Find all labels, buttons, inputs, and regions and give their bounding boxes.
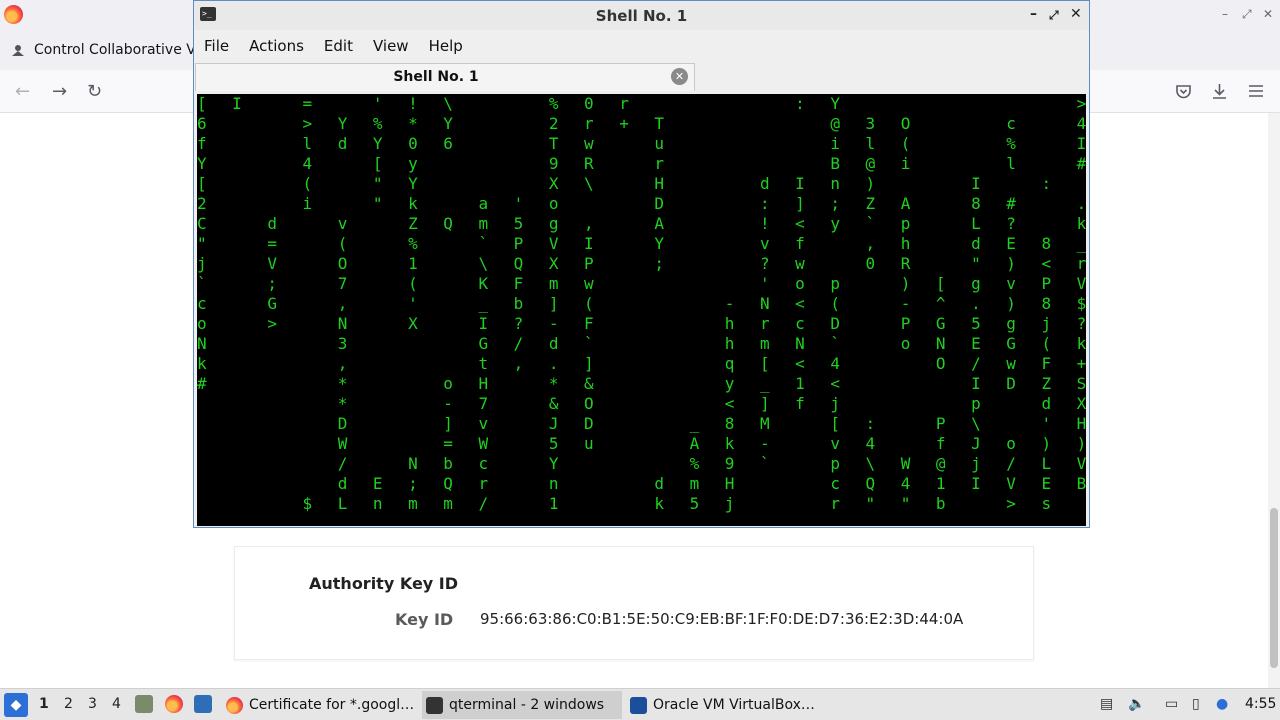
maximize-icon[interactable]: ⤢ bbox=[1049, 8, 1059, 23]
workspace-1[interactable]: 1 bbox=[39, 696, 49, 712]
menu-help[interactable]: Help bbox=[419, 37, 473, 55]
terminal-window-title: Shell No. 1 bbox=[595, 7, 688, 25]
tab-favicon-icon bbox=[12, 45, 24, 56]
file-manager-icon[interactable] bbox=[135, 695, 153, 713]
task-label: Certificate for *.googl… bbox=[249, 697, 415, 713]
browser-tab[interactable]: Control Collaborative Vi bbox=[2, 34, 199, 66]
downloads-icon[interactable] bbox=[1211, 82, 1228, 100]
matrix-rain-text: [ I = ' ! \ % 0 r : Y > < Q P b % P N 1 … bbox=[197, 94, 1086, 513]
task-label: Oracle VM VirtualBox… bbox=[653, 697, 815, 713]
reload-icon[interactable]: ↻ bbox=[87, 83, 102, 101]
forward-icon[interactable]: → bbox=[52, 83, 67, 101]
menu-actions[interactable]: Actions bbox=[239, 37, 314, 55]
tray-storage-icon[interactable]: ▤ bbox=[1100, 696, 1113, 712]
terminal-tab-label: Shell No. 1 bbox=[393, 69, 479, 85]
task-firefox[interactable]: Certificate for *.googl… bbox=[222, 691, 418, 719]
task-virtualbox[interactable]: Oracle VM VirtualBox… bbox=[626, 691, 826, 719]
notification-icon[interactable]: ● bbox=[1216, 696, 1228, 712]
key-id-value: 95:66:63:86:C0:B1:5E:50:C9:EB:BF:1F:F0:D… bbox=[480, 610, 964, 628]
firefox-logo-icon bbox=[4, 5, 23, 24]
section-title: Authority Key ID bbox=[309, 574, 459, 593]
terminal-tab[interactable]: Shell No. 1 ✕ bbox=[195, 63, 695, 91]
virtualbox-icon bbox=[630, 696, 647, 714]
browser-maximize-button[interactable]: ⤢ bbox=[1242, 7, 1252, 22]
certificate-section: Authority Key ID Key ID 95:66:63:86:C0:B… bbox=[234, 546, 1034, 660]
terminal-window: >_ Shell No. 1 – ⤢ ✕ File Actions Edit V… bbox=[193, 0, 1090, 528]
terminal-output[interactable]: [ I = ' ! \ % 0 r : Y > < Q P b % P N 1 … bbox=[197, 94, 1086, 526]
back-icon[interactable]: ← bbox=[15, 83, 30, 101]
menu-icon[interactable] bbox=[1248, 83, 1264, 99]
start-menu-icon[interactable]: ◆ bbox=[4, 693, 28, 717]
menu-view[interactable]: View bbox=[363, 37, 419, 55]
task-label: qterminal - 2 windows bbox=[449, 697, 605, 713]
clipboard-icon[interactable]: ▯ bbox=[1192, 696, 1200, 712]
workspace-3[interactable]: 3 bbox=[88, 696, 97, 712]
workspace-4[interactable]: 4 bbox=[112, 696, 121, 712]
volume-icon[interactable]: 🔈 bbox=[1128, 696, 1145, 712]
menu-file[interactable]: File bbox=[194, 37, 239, 55]
network-icon[interactable]: ▭ bbox=[1165, 696, 1178, 712]
browser-tab-title: Control Collaborative Vi bbox=[34, 42, 200, 58]
firefox-launcher-icon[interactable] bbox=[165, 695, 183, 713]
terminal-icon bbox=[426, 696, 443, 714]
terminal-menubar: File Actions Edit View Help bbox=[194, 30, 1089, 61]
task-qterminal[interactable]: qterminal - 2 windows bbox=[422, 691, 622, 719]
key-id-label: Key ID bbox=[395, 610, 454, 629]
clock: 4:55 bbox=[1245, 696, 1277, 712]
desktop-icon[interactable] bbox=[194, 695, 212, 713]
browser-close-button[interactable]: ✕ bbox=[1263, 7, 1273, 21]
page-scrollbar[interactable] bbox=[1268, 113, 1280, 688]
menu-edit[interactable]: Edit bbox=[314, 37, 363, 55]
pocket-icon[interactable] bbox=[1175, 83, 1192, 100]
workspace-2[interactable]: 2 bbox=[64, 696, 73, 712]
scrollbar-thumb[interactable] bbox=[1270, 508, 1278, 668]
minimize-icon[interactable]: – bbox=[1030, 6, 1037, 22]
firefox-icon bbox=[226, 696, 243, 714]
close-icon[interactable]: ✕ bbox=[1070, 6, 1082, 22]
taskbar: ◆ 1 2 3 4 Certificate for *.googl… qterm… bbox=[0, 688, 1280, 720]
browser-minimize-button[interactable]: – bbox=[1222, 7, 1228, 21]
terminal-titlebar[interactable]: >_ Shell No. 1 – ⤢ ✕ bbox=[194, 1, 1089, 30]
tab-close-icon[interactable]: ✕ bbox=[671, 68, 688, 85]
